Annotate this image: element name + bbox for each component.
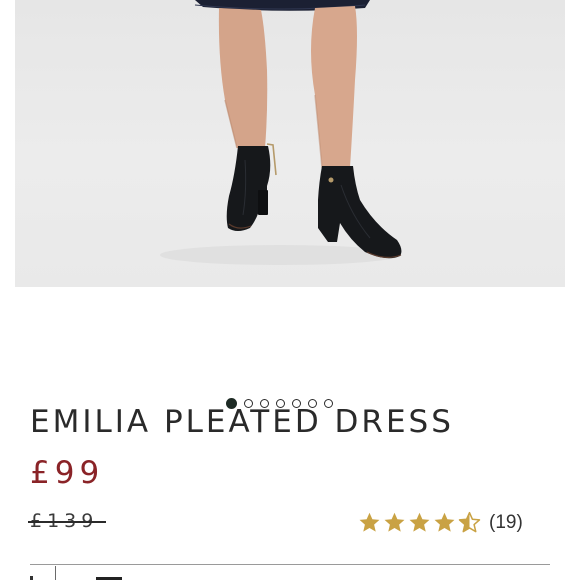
star-half-icon <box>458 511 481 533</box>
product-image[interactable] <box>15 0 565 287</box>
star-full-icon <box>434 512 455 532</box>
star-full-icon <box>384 512 405 532</box>
original-price: £139 <box>28 510 107 532</box>
product-title: EMILIA PLEATED DRESS <box>30 404 454 440</box>
sale-price: £99 <box>30 455 105 491</box>
price-strikethrough <box>28 521 107 523</box>
truncated-option-icon <box>30 576 33 580</box>
star-full-icon <box>359 512 380 532</box>
section-divider <box>30 564 550 565</box>
star-full-icon <box>409 512 430 532</box>
product-page: EMILIA PLEATED DRESS £99 £139 (19) <box>0 0 580 580</box>
rating-summary[interactable]: (19) <box>358 511 523 534</box>
product-photo <box>160 0 402 265</box>
option-separator <box>55 566 56 580</box>
review-count[interactable]: (19) <box>489 512 523 534</box>
